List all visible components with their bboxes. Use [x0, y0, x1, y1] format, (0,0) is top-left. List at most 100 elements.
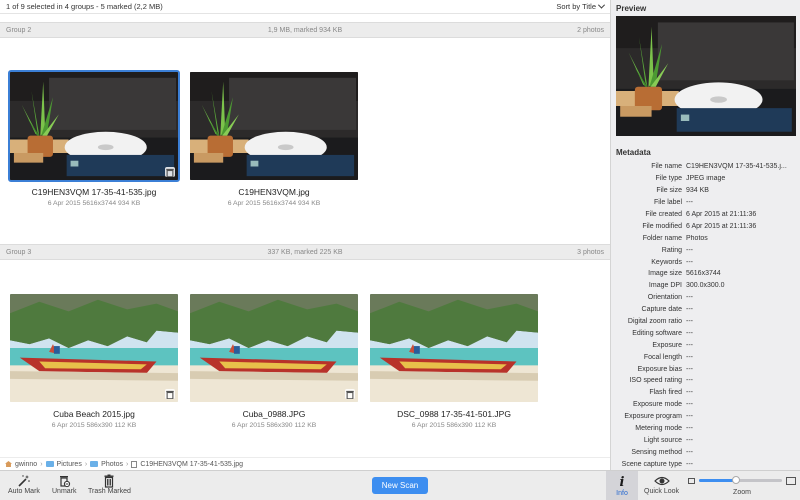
metadata-value: JPEG image: [686, 175, 726, 183]
file-icon: [131, 460, 138, 468]
metadata-row: Image DPI 300.0x300.0: [611, 280, 800, 292]
chevron-down-icon: [597, 1, 606, 9]
metadata-value: ---: [686, 258, 693, 266]
path-item[interactable]: Pictures: [57, 461, 82, 468]
beach-boat-photo: [190, 294, 358, 402]
metadata-value: ---: [686, 401, 693, 409]
photo-thumbnail[interactable]: [368, 292, 540, 404]
zoom-slider[interactable]: [699, 476, 782, 484]
metadata-row: Digital zoom ratio ---: [611, 316, 800, 328]
small-image-icon: [688, 477, 695, 484]
zoom-slider-knob[interactable]: [732, 476, 741, 484]
metadata-value: ---: [686, 341, 693, 349]
path-separator: ›: [40, 460, 43, 468]
auto-mark-label: Auto Mark: [8, 488, 40, 495]
photo-thumbnail[interactable]: [188, 70, 360, 182]
group-header: Group 2 1,9 MB, marked 934 KB 2 photos: [0, 22, 610, 38]
metadata-row: Scene capture type ---: [611, 458, 800, 470]
info-label: Info: [616, 489, 628, 497]
preview-image: [616, 16, 796, 136]
results-topbar: 1 of 9 selected in 4 groups - 5 marked (…: [0, 0, 610, 14]
metadata-value: ---: [686, 460, 693, 468]
metadata-key: ISO speed rating: [629, 377, 682, 385]
photo-tile[interactable]: Cuba Beach 2015.jpg 6 Apr 2015 586x390 1…: [8, 292, 180, 429]
path-item[interactable]: Photos: [101, 461, 123, 468]
group-name: Group 2: [6, 26, 32, 34]
quick-look-button[interactable]: Quick Look: [644, 473, 679, 495]
metadata-key: File created: [645, 211, 682, 218]
trash-icon[interactable]: [165, 389, 175, 399]
trash-icon[interactable]: [165, 167, 175, 177]
metadata-value: ---: [686, 199, 693, 207]
photo-tile[interactable]: C19HEN3VQM 17-35-41-535.jpg 6 Apr 2015 5…: [8, 70, 180, 207]
unmark-button[interactable]: Unmark: [52, 473, 77, 495]
zoom-label: Zoom: [733, 489, 751, 496]
new-scan-button[interactable]: New Scan: [372, 477, 428, 494]
photo-filename: C19HEN3VQM.jpg: [238, 187, 310, 197]
photo-filename: C19HEN3VQM 17-35-41-535.jpg: [31, 187, 157, 197]
path-separator: ›: [125, 460, 129, 468]
metadata-row: File name C19HEN3VQM 17-35-41-535.j...: [611, 161, 800, 173]
photo-tile[interactable]: C19HEN3VQM.jpg 6 Apr 2015 5616x3744 934 …: [188, 70, 360, 207]
metadata-key: File type: [655, 175, 682, 183]
metadata-value: ---: [686, 246, 693, 254]
path-item[interactable]: C19HEN3VQM 17-35-41-535.jpg: [140, 461, 243, 468]
metadata-key: Metering mode: [635, 425, 682, 433]
metadata-key: Flash fired: [649, 389, 682, 397]
metadata-row: Editing software ---: [611, 327, 800, 339]
trash-marked-button[interactable]: Trash Marked: [88, 473, 131, 495]
record-player-photo: [190, 72, 358, 180]
metadata-key: Folder name: [642, 234, 682, 242]
trash-marked-label: Trash Marked: [88, 488, 131, 495]
metadata-row: Exposure bias ---: [611, 363, 800, 375]
info-button[interactable]: i Info: [606, 471, 638, 500]
metadata-row: File type JPEG image: [611, 173, 800, 185]
bottom-toolbar: Auto Mark Unmark Trash Marked New Scan i…: [0, 470, 800, 500]
selection-status: 1 of 9 selected in 4 groups - 5 marked (…: [6, 2, 163, 11]
unmark-label: Unmark: [52, 488, 77, 495]
metadata-key: Keywords: [651, 258, 682, 266]
photo-tile[interactable]: Cuba_0988.JPG 6 Apr 2015 586x390 112 KB: [188, 292, 360, 429]
metadata-value: 6 Apr 2015 at 21:11:36: [686, 211, 757, 218]
folder-icon: [90, 461, 99, 467]
photo-thumbnail[interactable]: [188, 292, 360, 404]
metadata-row: ISO speed rating ---: [611, 375, 800, 387]
metadata-value: ---: [686, 448, 693, 456]
metadata-key: Exposure mode: [632, 401, 682, 409]
metadata-key: Exposure: [652, 341, 682, 349]
metadata-key: Focal length: [643, 353, 682, 361]
photo-meta: 6 Apr 2015 586x390 112 KB: [51, 422, 137, 429]
metadata-value: ---: [686, 425, 693, 433]
folder-icon: [45, 461, 54, 467]
metadata-key: File modified: [642, 222, 682, 230]
beach-boat-photo: [10, 294, 178, 402]
photo-filename: Cuba_0988.JPG: [242, 409, 306, 419]
metadata-row: Rating ---: [611, 244, 800, 256]
metadata-key: Light source: [643, 436, 682, 444]
home-folder-icon: [5, 461, 12, 467]
group-header: Group 3 337 KB, marked 225 KB 3 photos: [0, 244, 610, 260]
metadata-value: ---: [686, 318, 693, 326]
metadata-row: File created 6 Apr 2015 at 21:11:36: [611, 209, 800, 221]
photo-thumbnail[interactable]: [8, 292, 180, 404]
metadata-value: 300.0x300.0: [686, 282, 725, 290]
quick-look-label: Quick Look: [644, 488, 680, 495]
metadata-row: File modified 6 Apr 2015 at 21:11:36: [611, 220, 800, 232]
record-player-photo: [10, 72, 178, 180]
metadata-value: Photos: [686, 234, 708, 242]
sort-dropdown[interactable]: Sort by Title: [556, 1, 606, 11]
auto-mark-button[interactable]: Auto Mark: [8, 473, 40, 495]
trash-icon[interactable]: [345, 389, 355, 399]
group-count: 3 photos: [577, 248, 604, 256]
path-item[interactable]: gwinno: [15, 461, 37, 468]
group-count: 2 photos: [577, 26, 604, 34]
record-player-photo: [616, 16, 796, 136]
photo-thumbnail[interactable]: [8, 70, 180, 182]
photo-tile[interactable]: DSC_0988 17-35-41-501.JPG 6 Apr 2015 586…: [368, 292, 540, 429]
magic-wand-icon: [17, 473, 31, 488]
metadata-row: Image size 5616x3744: [611, 268, 800, 280]
metadata-value: ---: [686, 389, 693, 397]
metadata-value: ---: [686, 294, 693, 302]
metadata-value: ---: [686, 436, 693, 444]
metadata-key: Image size: [648, 270, 682, 278]
